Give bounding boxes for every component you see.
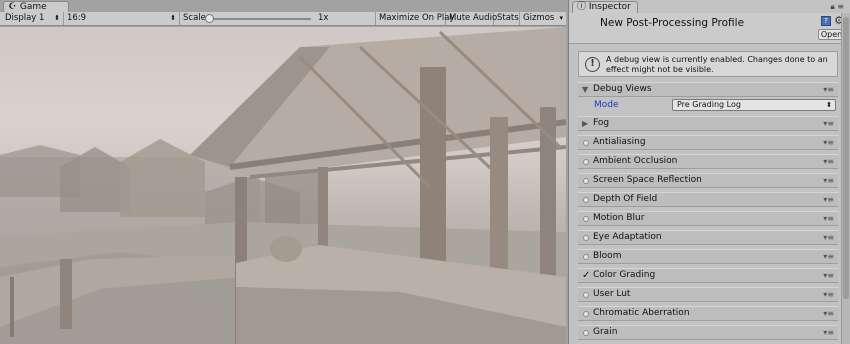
section-label: Motion Blur bbox=[593, 213, 645, 223]
section-label: Screen Space Reflection bbox=[593, 175, 702, 185]
section-menu-icon[interactable]: ▾≡ bbox=[823, 174, 834, 187]
debug-view-help-box: ! A debug view is currently enabled. Cha… bbox=[578, 51, 838, 77]
disabled-toggle-icon[interactable] bbox=[583, 159, 589, 165]
section-label: Debug Views bbox=[593, 84, 652, 94]
section-effect[interactable]: Depth Of Field ▾≡ bbox=[578, 192, 838, 207]
inspector-header: New Post-Processing Profile ? ⚙ Open bbox=[569, 13, 850, 44]
inspector-scrollbar[interactable] bbox=[841, 13, 850, 344]
enabled-checkmark-icon[interactable]: ✓ bbox=[582, 269, 590, 282]
mute-audio-button[interactable]: Mute Audio bbox=[446, 12, 497, 25]
stats-button[interactable]: Stats bbox=[494, 12, 520, 25]
inspector-tab-label: Inspector bbox=[588, 2, 631, 12]
section-effect[interactable]: Eye Adaptation ▾≡ bbox=[578, 230, 838, 245]
section-effect[interactable]: Bloom ▾≡ bbox=[578, 249, 838, 264]
section-label: Grain bbox=[593, 327, 618, 337]
inspector-tab[interactable]: ⓘ Inspector bbox=[572, 1, 638, 13]
maximize-on-play-button[interactable]: Maximize On Play bbox=[376, 12, 454, 25]
display-dropdown[interactable]: Display 1 ⬍ bbox=[2, 12, 64, 25]
expanded-triangle-icon: ▼ bbox=[582, 85, 589, 94]
disabled-toggle-icon[interactable] bbox=[583, 216, 589, 222]
aspect-dropdown-arrow-icon: ⬍ bbox=[170, 14, 176, 22]
section-fog[interactable]: ▶ Fog ▾≡ bbox=[578, 116, 838, 131]
section-menu-icon[interactable]: ▾≡ bbox=[823, 117, 834, 130]
lock-icon[interactable]: 🔒︎ bbox=[830, 2, 834, 11]
game-view-panel: ☪ Game Display 1 ⬍ 16:9 ⬍ Scale 1x Maxim… bbox=[0, 0, 566, 344]
scale-label: Scale bbox=[183, 13, 206, 23]
mode-label: Mode bbox=[594, 100, 619, 110]
mode-value: Pre Grading Log bbox=[677, 100, 741, 109]
section-effect[interactable]: Screen Space Reflection ▾≡ bbox=[578, 173, 838, 188]
gizmos-dropdown-arrow-icon: ▾ bbox=[559, 14, 563, 22]
display-label: Display 1 bbox=[5, 13, 45, 23]
section-label: Ambient Occlusion bbox=[593, 156, 678, 166]
section-menu-icon[interactable]: ▾≡ bbox=[823, 193, 834, 206]
disabled-toggle-icon[interactable] bbox=[583, 235, 589, 241]
section-effect[interactable]: Ambient Occlusion ▾≡ bbox=[578, 154, 838, 169]
info-icon: ⓘ bbox=[577, 2, 587, 12]
section-label: Color Grading bbox=[593, 270, 656, 280]
disabled-toggle-icon[interactable] bbox=[583, 140, 589, 146]
mode-dropdown[interactable]: Pre Grading Log ⬍ bbox=[672, 99, 836, 111]
help-book-icon[interactable]: ? bbox=[821, 16, 831, 26]
section-label: Depth Of Field bbox=[593, 194, 658, 204]
inspector-panel: ⓘ Inspector 🔒︎ ≡ New Post-Processing Pro… bbox=[568, 0, 850, 344]
section-label: Antialiasing bbox=[593, 137, 646, 147]
game-controller-icon: ☪ bbox=[8, 2, 17, 12]
section-label: User Lut bbox=[593, 289, 631, 299]
gizmos-label: Gizmos bbox=[523, 13, 555, 23]
disabled-toggle-icon[interactable] bbox=[583, 197, 589, 203]
game-viewport[interactable] bbox=[0, 27, 566, 344]
inspector-window-controls: 🔒︎ ≡ bbox=[830, 2, 844, 12]
dropdown-arrow-icon: ⬍ bbox=[826, 101, 832, 109]
game-tabstrip: ☪ Game bbox=[0, 0, 566, 13]
aspect-label: 16:9 bbox=[67, 13, 87, 23]
mode-row: Mode Pre Grading Log ⬍ bbox=[578, 99, 838, 112]
profile-title: New Post-Processing Profile bbox=[600, 17, 745, 29]
section-effect[interactable]: Motion Blur ▾≡ bbox=[578, 211, 838, 226]
scale-slider-track[interactable] bbox=[207, 18, 311, 20]
section-label: Eye Adaptation bbox=[593, 232, 662, 242]
display-dropdown-arrow-icon: ⬍ bbox=[54, 14, 60, 22]
section-menu-icon[interactable]: ▾≡ bbox=[823, 83, 834, 96]
gizmos-dropdown[interactable]: Gizmos ▾ bbox=[520, 12, 566, 25]
inspector-scrollbar-thumb[interactable] bbox=[843, 17, 849, 299]
disabled-toggle-icon[interactable] bbox=[583, 311, 589, 317]
section-menu-icon[interactable]: ▾≡ bbox=[823, 307, 834, 320]
section-label: Bloom bbox=[593, 251, 622, 261]
disabled-toggle-icon[interactable] bbox=[583, 330, 589, 336]
section-menu-icon[interactable]: ▾≡ bbox=[823, 269, 834, 282]
game-scene-render bbox=[0, 27, 566, 344]
disabled-toggle-icon[interactable] bbox=[583, 254, 589, 260]
game-toolbar: Display 1 ⬍ 16:9 ⬍ Scale 1x Maximize On … bbox=[0, 12, 566, 26]
section-menu-icon[interactable]: ▾≡ bbox=[823, 231, 834, 244]
section-menu-icon[interactable]: ▾≡ bbox=[823, 250, 834, 263]
section-label: Chromatic Aberration bbox=[593, 308, 690, 318]
section-label: Fog bbox=[593, 118, 610, 128]
section-menu-icon[interactable]: ▾≡ bbox=[823, 136, 834, 149]
section-menu-icon[interactable]: ▾≡ bbox=[823, 326, 834, 339]
section-effect[interactable]: User Lut ▾≡ bbox=[578, 287, 838, 302]
help-message: A debug view is currently enabled. Chang… bbox=[606, 55, 828, 74]
aspect-dropdown[interactable]: 16:9 ⬍ bbox=[64, 12, 180, 25]
section-effect[interactable]: Chromatic Aberration ▾≡ bbox=[578, 306, 838, 321]
section-effect[interactable]: ✓ Color Grading ▾≡ bbox=[578, 268, 838, 283]
panel-menu-icon[interactable]: ≡ bbox=[837, 2, 844, 11]
scale-slider-thumb[interactable] bbox=[205, 14, 214, 23]
scale-value: 1x bbox=[318, 13, 329, 23]
collapsed-triangle-icon: ▶ bbox=[582, 119, 589, 128]
disabled-toggle-icon[interactable] bbox=[583, 178, 589, 184]
warning-icon: ! bbox=[585, 57, 600, 72]
section-menu-icon[interactable]: ▾≡ bbox=[823, 155, 834, 168]
section-menu-icon[interactable]: ▾≡ bbox=[823, 288, 834, 301]
section-effect[interactable]: Grain ▾≡ bbox=[578, 325, 838, 340]
disabled-toggle-icon[interactable] bbox=[583, 292, 589, 298]
section-effect[interactable]: Antialiasing ▾≡ bbox=[578, 135, 838, 150]
section-debug-views[interactable]: ▼ Debug Views ▾≡ bbox=[578, 82, 838, 97]
section-menu-icon[interactable]: ▾≡ bbox=[823, 212, 834, 225]
game-tab-label: Game bbox=[19, 2, 47, 12]
